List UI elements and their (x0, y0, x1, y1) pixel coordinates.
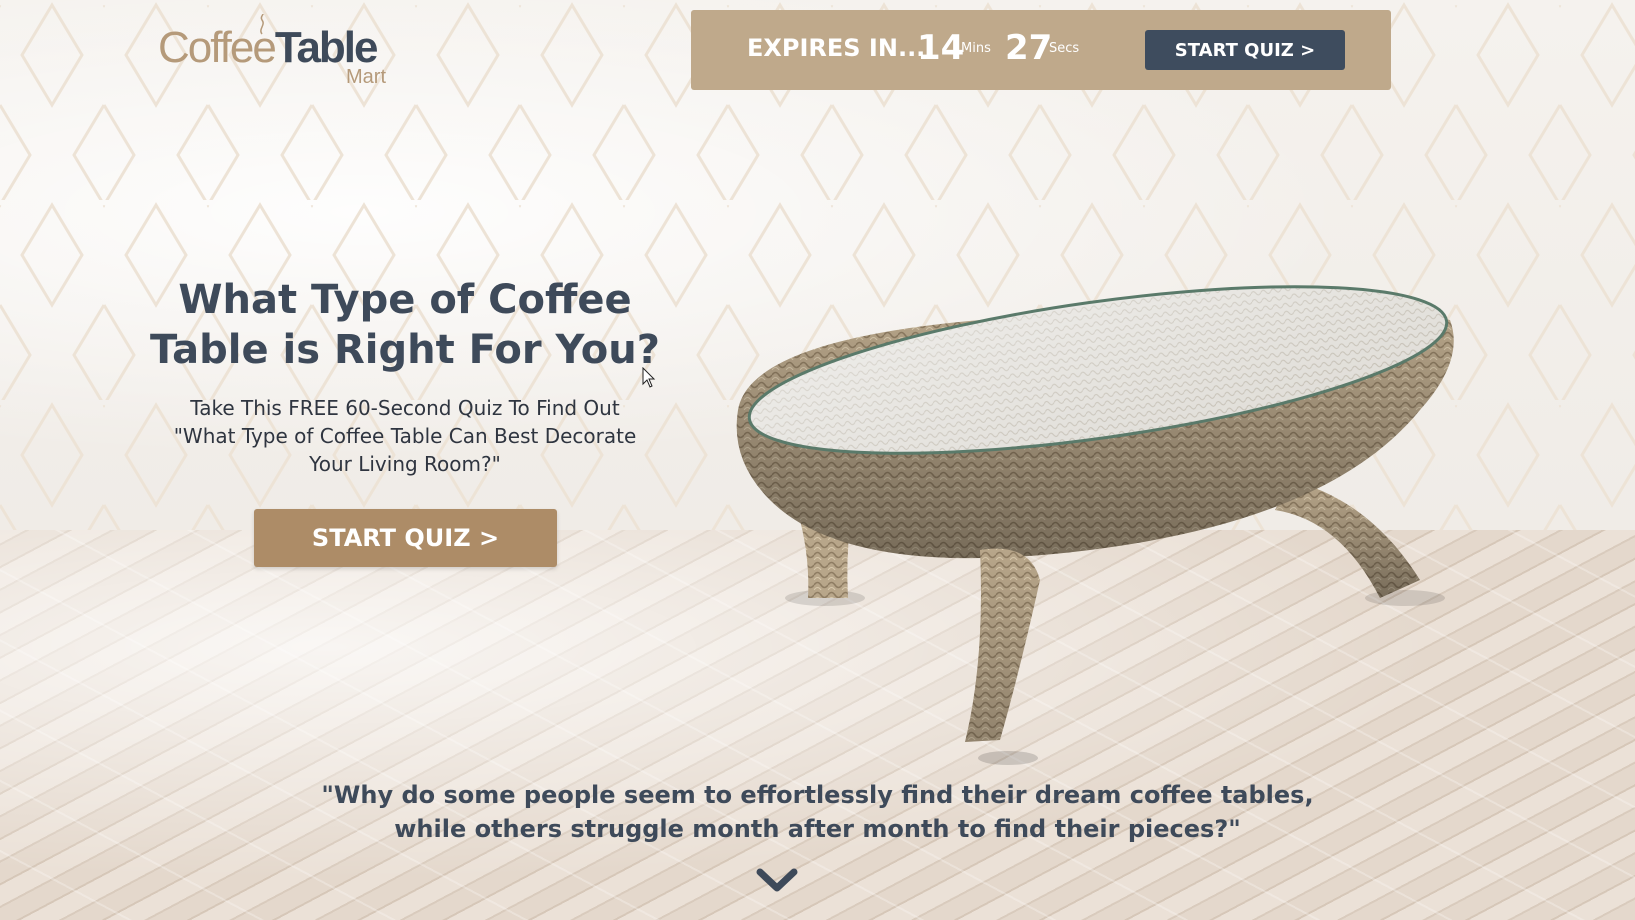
minutes-value: 14 (917, 28, 965, 68)
logo-wordmark: CoffeeTable (158, 23, 379, 72)
hero-title: What Type of Coffee Table is Right For Y… (150, 277, 660, 373)
minutes-unit: Mins (961, 41, 991, 56)
start-quiz-header-button[interactable]: START QUIZ > (1145, 30, 1345, 70)
logo[interactable]: CoffeeTable Mart (158, 14, 398, 90)
expires-label: EXPIRES IN... (747, 34, 926, 62)
seconds-value: 27 (1005, 28, 1053, 68)
logo-coffee-text: Coffee (158, 23, 277, 72)
mouse-pointer-icon (642, 367, 656, 388)
logo-table-text: Table (274, 23, 379, 72)
start-quiz-button[interactable]: START QUIZ > (254, 509, 557, 567)
countdown-bar: EXPIRES IN... 14 Mins 27 Secs START QUIZ… (691, 10, 1391, 90)
chevron-down-icon[interactable] (756, 868, 798, 896)
seconds-unit: Secs (1049, 41, 1080, 56)
logo-mart-text: Mart (346, 66, 386, 88)
quote-text: "Why do some people seem to effortlessly… (321, 781, 1314, 843)
wicker-coffee-table-image (736, 285, 1454, 765)
hero-subtitle: Take This FREE 60-Second Quiz To Find Ou… (173, 396, 637, 476)
